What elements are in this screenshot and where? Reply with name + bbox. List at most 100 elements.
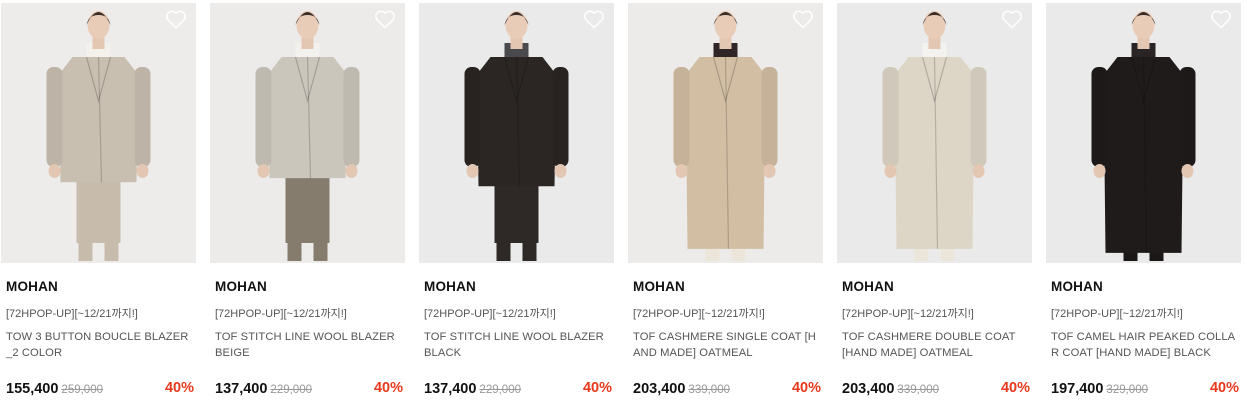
discount-rate: 40%	[582, 380, 612, 396]
sale-price: 203,400	[633, 381, 686, 397]
discount-rate: 40%	[791, 380, 821, 396]
sale-price: 203,400	[842, 381, 895, 397]
product-photo	[210, 3, 405, 263]
brand-name[interactable]: MOHAN	[633, 279, 685, 294]
sleeve-shade-left	[673, 67, 690, 167]
sleeve-shade-right	[343, 67, 360, 167]
promo-tag: [72HPOP-UP][~12/21까지!]	[842, 308, 974, 320]
heart-icon[interactable]	[165, 9, 187, 29]
product-card[interactable]: MOHAN [72HPOP-UP][~12/21까지!] TOF STITCH …	[419, 0, 614, 405]
promo-tag: [72HPOP-UP][~12/21까지!]	[633, 308, 765, 320]
price-row: 197,400 329,000 40%	[1051, 380, 1239, 400]
product-grid: MOHAN [72HPOP-UP][~12/21까지!] TOW 3 BUTTO…	[0, 0, 1246, 405]
heart-icon[interactable]	[1210, 9, 1232, 29]
heart-icon[interactable]	[1001, 9, 1023, 29]
model-shoe-left	[496, 239, 511, 261]
original-price: 329,000	[1106, 384, 1148, 396]
sleeve-shade-right	[1179, 67, 1196, 167]
product-name[interactable]: TOF CASHMERE DOUBLE COAT [HAND MADE] OAT…	[842, 329, 1028, 361]
sale-price: 137,400	[424, 381, 477, 397]
model-shoe-left	[287, 239, 302, 261]
sale-price: 137,400	[215, 381, 268, 397]
product-card[interactable]: MOHAN [72HPOP-UP][~12/21까지!] TOF CAMEL H…	[1046, 0, 1241, 405]
product-photo	[1046, 3, 1241, 263]
model-shoe-right	[522, 239, 537, 261]
product-photo	[628, 3, 823, 263]
discount-rate: 40%	[1000, 380, 1030, 396]
product-name[interactable]: TOF STITCH LINE WOOL BLAZER BLACK	[424, 329, 610, 361]
product-name[interactable]: TOF CASHMERE SINGLE COAT [HAND MADE] OAT…	[633, 329, 819, 361]
model-head	[1132, 11, 1155, 39]
model-head	[87, 11, 110, 39]
brand-name[interactable]: MOHAN	[1051, 279, 1103, 294]
product-image[interactable]	[837, 3, 1032, 263]
brand-name[interactable]: MOHAN	[842, 279, 894, 294]
model-hand-left	[1093, 164, 1106, 178]
price-row: 137,400 229,000 40%	[424, 380, 612, 400]
product-name[interactable]: TOW 3 BUTTON BOUCLE BLAZER _2 COLOR	[6, 329, 192, 361]
price-row: 203,400 339,000 40%	[842, 380, 1030, 400]
heart-icon[interactable]	[374, 9, 396, 29]
discount-rate: 40%	[164, 380, 194, 396]
model-head	[505, 11, 528, 39]
original-price: 229,000	[479, 384, 521, 396]
model-hand-right	[972, 164, 985, 178]
model-hand-right	[345, 164, 358, 178]
model-hand-right	[554, 164, 567, 178]
original-price: 339,000	[688, 384, 730, 396]
product-image[interactable]	[1046, 3, 1241, 263]
sleeve-shade-right	[552, 67, 569, 167]
model-head	[296, 11, 319, 39]
discount-rate: 40%	[373, 380, 403, 396]
model-hand-left	[257, 164, 270, 178]
sleeve-shade-left	[255, 67, 272, 167]
product-name[interactable]: TOF CAMEL HAIR PEAKED COLLAR COAT [HAND …	[1051, 329, 1237, 361]
original-price: 259,000	[61, 384, 103, 396]
product-image[interactable]	[210, 3, 405, 263]
promo-tag: [72HPOP-UP][~12/21까지!]	[215, 308, 347, 320]
original-price: 339,000	[897, 384, 939, 396]
model-hand-left	[884, 164, 897, 178]
promo-tag: [72HPOP-UP][~12/21까지!]	[424, 308, 556, 320]
brand-name[interactable]: MOHAN	[6, 279, 58, 294]
model-shoe-right	[104, 239, 119, 261]
product-photo	[1, 3, 196, 263]
heart-icon[interactable]	[583, 9, 605, 29]
model-hand-left	[466, 164, 479, 178]
sleeve-shade-right	[761, 67, 778, 167]
model-hand-right	[763, 164, 776, 178]
product-card[interactable]: MOHAN [72HPOP-UP][~12/21까지!] TOF CASHMER…	[628, 0, 823, 405]
brand-name[interactable]: MOHAN	[424, 279, 476, 294]
product-photo	[419, 3, 614, 263]
sleeve-shade-left	[464, 67, 481, 167]
original-price: 229,000	[270, 384, 312, 396]
sale-price: 155,400	[6, 381, 59, 397]
brand-name[interactable]: MOHAN	[215, 279, 267, 294]
model-hand-left	[675, 164, 688, 178]
product-image[interactable]	[419, 3, 614, 263]
promo-tag: [72HPOP-UP][~12/21까지!]	[6, 308, 138, 320]
product-card[interactable]: MOHAN [72HPOP-UP][~12/21까지!] TOW 3 BUTTO…	[1, 0, 196, 405]
price-row: 155,400 259,000 40%	[6, 380, 194, 400]
product-card[interactable]: MOHAN [72HPOP-UP][~12/21까지!] TOF STITCH …	[210, 0, 405, 405]
model-shoe-right	[313, 239, 328, 261]
model-shoe-left	[78, 239, 93, 261]
heart-icon[interactable]	[792, 9, 814, 29]
price-row: 203,400 339,000 40%	[633, 380, 821, 400]
sleeve-shade-right	[134, 67, 151, 167]
price-row: 137,400 229,000 40%	[215, 380, 403, 400]
sleeve-shade-left	[46, 67, 63, 167]
sleeve-shade-left	[1091, 67, 1108, 167]
discount-rate: 40%	[1209, 380, 1239, 396]
product-name[interactable]: TOF STITCH LINE WOOL BLAZER BEIGE	[215, 329, 401, 361]
promo-tag: [72HPOP-UP][~12/21까지!]	[1051, 308, 1183, 320]
product-photo	[837, 3, 1032, 263]
model-hand-right	[1181, 164, 1194, 178]
product-card[interactable]: MOHAN [72HPOP-UP][~12/21까지!] TOF CASHMER…	[837, 0, 1032, 405]
model-head	[714, 11, 737, 39]
sleeve-shade-right	[970, 67, 987, 167]
product-image[interactable]	[628, 3, 823, 263]
product-image[interactable]	[1, 3, 196, 263]
sale-price: 197,400	[1051, 381, 1104, 397]
model-head	[923, 11, 946, 39]
